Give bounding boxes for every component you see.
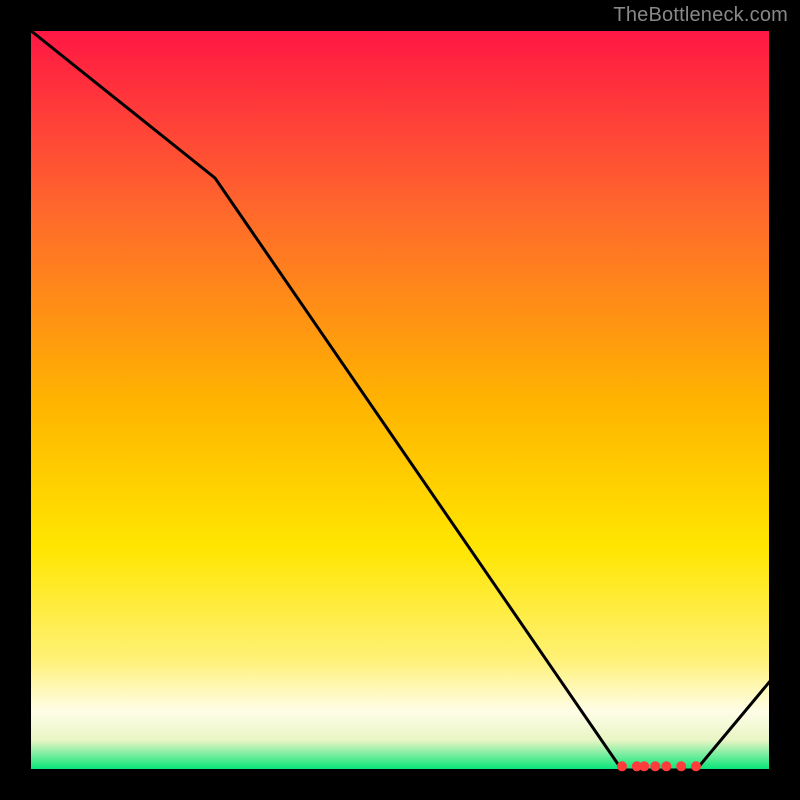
datapoint-marker <box>691 761 701 771</box>
datapoint-marker <box>617 761 627 771</box>
bottleneck-chart <box>0 0 800 800</box>
datapoint-marker <box>676 761 686 771</box>
datapoint-marker <box>661 761 671 771</box>
plot-gradient-background <box>30 30 770 770</box>
attribution-text: TheBottleneck.com <box>613 4 788 27</box>
datapoint-marker <box>650 761 660 771</box>
datapoint-marker <box>639 761 649 771</box>
